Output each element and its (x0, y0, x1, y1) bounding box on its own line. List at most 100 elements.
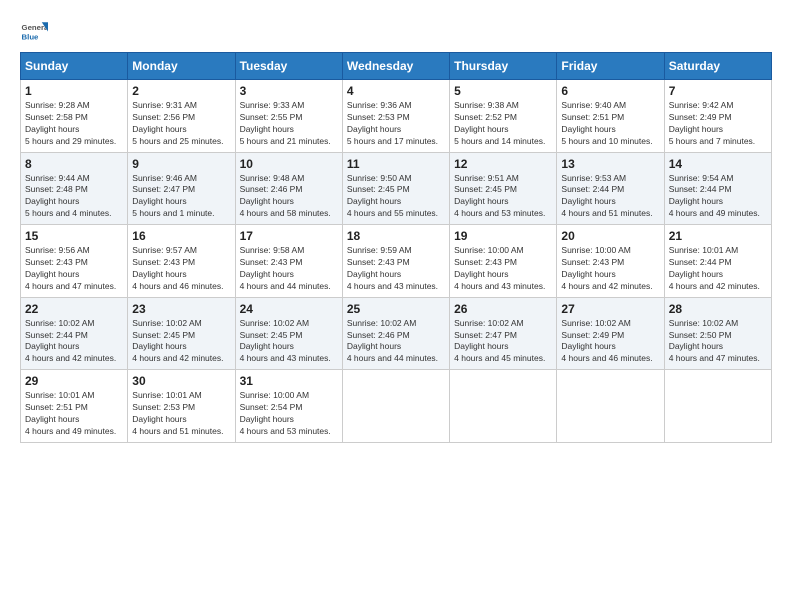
cell-day-number: 16 (132, 229, 230, 243)
calendar-week-4: 22 Sunrise: 10:02 AM Sunset: 2:44 PM Day… (21, 297, 772, 370)
calendar-cell: 18 Sunrise: 9:59 AM Sunset: 2:43 PM Dayl… (342, 225, 449, 298)
cell-day-number: 28 (669, 302, 767, 316)
calendar-cell: 12 Sunrise: 9:51 AM Sunset: 2:45 PM Dayl… (450, 152, 557, 225)
calendar-cell: 21 Sunrise: 10:01 AM Sunset: 2:44 PM Day… (664, 225, 771, 298)
calendar-table: SundayMondayTuesdayWednesdayThursdayFrid… (20, 52, 772, 443)
logo-icon: General Blue (20, 16, 48, 44)
cell-day-number: 9 (132, 157, 230, 171)
cell-info: Sunrise: 9:36 AM Sunset: 2:53 PM Dayligh… (347, 100, 445, 148)
cell-day-number: 27 (561, 302, 659, 316)
calendar-cell: 25 Sunrise: 10:02 AM Sunset: 2:46 PM Day… (342, 297, 449, 370)
cell-info: Sunrise: 10:02 AM Sunset: 2:46 PM Daylig… (347, 318, 445, 366)
calendar-cell: 17 Sunrise: 9:58 AM Sunset: 2:43 PM Dayl… (235, 225, 342, 298)
calendar-cell: 8 Sunrise: 9:44 AM Sunset: 2:48 PM Dayli… (21, 152, 128, 225)
cell-info: Sunrise: 9:58 AM Sunset: 2:43 PM Dayligh… (240, 245, 338, 293)
cell-day-number: 5 (454, 84, 552, 98)
logo: General Blue (20, 16, 48, 44)
calendar-cell (450, 370, 557, 443)
cell-info: Sunrise: 10:02 AM Sunset: 2:44 PM Daylig… (25, 318, 123, 366)
cell-info: Sunrise: 9:40 AM Sunset: 2:51 PM Dayligh… (561, 100, 659, 148)
calendar-week-1: 1 Sunrise: 9:28 AM Sunset: 2:58 PM Dayli… (21, 80, 772, 153)
cell-day-number: 12 (454, 157, 552, 171)
cell-day-number: 8 (25, 157, 123, 171)
cell-day-number: 15 (25, 229, 123, 243)
day-header-saturday: Saturday (664, 53, 771, 80)
cell-info: Sunrise: 10:00 AM Sunset: 2:43 PM Daylig… (454, 245, 552, 293)
cell-day-number: 1 (25, 84, 123, 98)
calendar-cell: 2 Sunrise: 9:31 AM Sunset: 2:56 PM Dayli… (128, 80, 235, 153)
cell-info: Sunrise: 10:02 AM Sunset: 2:45 PM Daylig… (240, 318, 338, 366)
day-header-wednesday: Wednesday (342, 53, 449, 80)
cell-info: Sunrise: 9:44 AM Sunset: 2:48 PM Dayligh… (25, 173, 123, 221)
cell-day-number: 20 (561, 229, 659, 243)
cell-info: Sunrise: 9:54 AM Sunset: 2:44 PM Dayligh… (669, 173, 767, 221)
cell-info: Sunrise: 10:01 AM Sunset: 2:44 PM Daylig… (669, 245, 767, 293)
cell-info: Sunrise: 9:59 AM Sunset: 2:43 PM Dayligh… (347, 245, 445, 293)
calendar-cell: 30 Sunrise: 10:01 AM Sunset: 2:53 PM Day… (128, 370, 235, 443)
cell-day-number: 18 (347, 229, 445, 243)
cell-day-number: 30 (132, 374, 230, 388)
calendar-cell (557, 370, 664, 443)
cell-day-number: 10 (240, 157, 338, 171)
cell-day-number: 26 (454, 302, 552, 316)
calendar-cell: 5 Sunrise: 9:38 AM Sunset: 2:52 PM Dayli… (450, 80, 557, 153)
cell-info: Sunrise: 9:56 AM Sunset: 2:43 PM Dayligh… (25, 245, 123, 293)
calendar-cell: 23 Sunrise: 10:02 AM Sunset: 2:45 PM Day… (128, 297, 235, 370)
cell-day-number: 14 (669, 157, 767, 171)
cell-info: Sunrise: 9:42 AM Sunset: 2:49 PM Dayligh… (669, 100, 767, 148)
calendar-cell: 16 Sunrise: 9:57 AM Sunset: 2:43 PM Dayl… (128, 225, 235, 298)
calendar-cell: 15 Sunrise: 9:56 AM Sunset: 2:43 PM Dayl… (21, 225, 128, 298)
cell-info: Sunrise: 9:33 AM Sunset: 2:55 PM Dayligh… (240, 100, 338, 148)
cell-info: Sunrise: 10:00 AM Sunset: 2:43 PM Daylig… (561, 245, 659, 293)
cell-info: Sunrise: 10:02 AM Sunset: 2:49 PM Daylig… (561, 318, 659, 366)
calendar-cell: 7 Sunrise: 9:42 AM Sunset: 2:49 PM Dayli… (664, 80, 771, 153)
cell-day-number: 22 (25, 302, 123, 316)
day-header-sunday: Sunday (21, 53, 128, 80)
cell-info: Sunrise: 10:02 AM Sunset: 2:45 PM Daylig… (132, 318, 230, 366)
calendar-cell: 1 Sunrise: 9:28 AM Sunset: 2:58 PM Dayli… (21, 80, 128, 153)
cell-day-number: 2 (132, 84, 230, 98)
cell-day-number: 6 (561, 84, 659, 98)
cell-info: Sunrise: 9:38 AM Sunset: 2:52 PM Dayligh… (454, 100, 552, 148)
cell-day-number: 29 (25, 374, 123, 388)
cell-info: Sunrise: 9:51 AM Sunset: 2:45 PM Dayligh… (454, 173, 552, 221)
cell-info: Sunrise: 9:53 AM Sunset: 2:44 PM Dayligh… (561, 173, 659, 221)
cell-day-number: 21 (669, 229, 767, 243)
day-header-tuesday: Tuesday (235, 53, 342, 80)
cell-day-number: 7 (669, 84, 767, 98)
calendar-cell: 6 Sunrise: 9:40 AM Sunset: 2:51 PM Dayli… (557, 80, 664, 153)
calendar-cell: 19 Sunrise: 10:00 AM Sunset: 2:43 PM Day… (450, 225, 557, 298)
calendar-cell: 29 Sunrise: 10:01 AM Sunset: 2:51 PM Day… (21, 370, 128, 443)
calendar-page: General Blue SundayMondayTuesdayWednesda… (0, 0, 792, 612)
calendar-cell: 3 Sunrise: 9:33 AM Sunset: 2:55 PM Dayli… (235, 80, 342, 153)
cell-day-number: 19 (454, 229, 552, 243)
day-header-monday: Monday (128, 53, 235, 80)
cell-info: Sunrise: 10:02 AM Sunset: 2:50 PM Daylig… (669, 318, 767, 366)
cell-day-number: 23 (132, 302, 230, 316)
calendar-cell: 28 Sunrise: 10:02 AM Sunset: 2:50 PM Day… (664, 297, 771, 370)
calendar-cell: 10 Sunrise: 9:48 AM Sunset: 2:46 PM Dayl… (235, 152, 342, 225)
cell-day-number: 13 (561, 157, 659, 171)
cell-info: Sunrise: 9:48 AM Sunset: 2:46 PM Dayligh… (240, 173, 338, 221)
cell-info: Sunrise: 9:28 AM Sunset: 2:58 PM Dayligh… (25, 100, 123, 148)
cell-day-number: 11 (347, 157, 445, 171)
cell-day-number: 25 (347, 302, 445, 316)
cell-day-number: 17 (240, 229, 338, 243)
calendar-cell: 27 Sunrise: 10:02 AM Sunset: 2:49 PM Day… (557, 297, 664, 370)
calendar-cell: 14 Sunrise: 9:54 AM Sunset: 2:44 PM Dayl… (664, 152, 771, 225)
cell-info: Sunrise: 9:31 AM Sunset: 2:56 PM Dayligh… (132, 100, 230, 148)
day-header-friday: Friday (557, 53, 664, 80)
cell-day-number: 24 (240, 302, 338, 316)
cell-day-number: 3 (240, 84, 338, 98)
calendar-cell: 22 Sunrise: 10:02 AM Sunset: 2:44 PM Day… (21, 297, 128, 370)
calendar-cell: 20 Sunrise: 10:00 AM Sunset: 2:43 PM Day… (557, 225, 664, 298)
calendar-cell: 24 Sunrise: 10:02 AM Sunset: 2:45 PM Day… (235, 297, 342, 370)
cell-info: Sunrise: 9:50 AM Sunset: 2:45 PM Dayligh… (347, 173, 445, 221)
calendar-week-3: 15 Sunrise: 9:56 AM Sunset: 2:43 PM Dayl… (21, 225, 772, 298)
cell-day-number: 4 (347, 84, 445, 98)
header: General Blue (20, 16, 772, 44)
calendar-week-5: 29 Sunrise: 10:01 AM Sunset: 2:51 PM Day… (21, 370, 772, 443)
day-header-thursday: Thursday (450, 53, 557, 80)
svg-text:Blue: Blue (22, 32, 40, 41)
calendar-cell: 26 Sunrise: 10:02 AM Sunset: 2:47 PM Day… (450, 297, 557, 370)
